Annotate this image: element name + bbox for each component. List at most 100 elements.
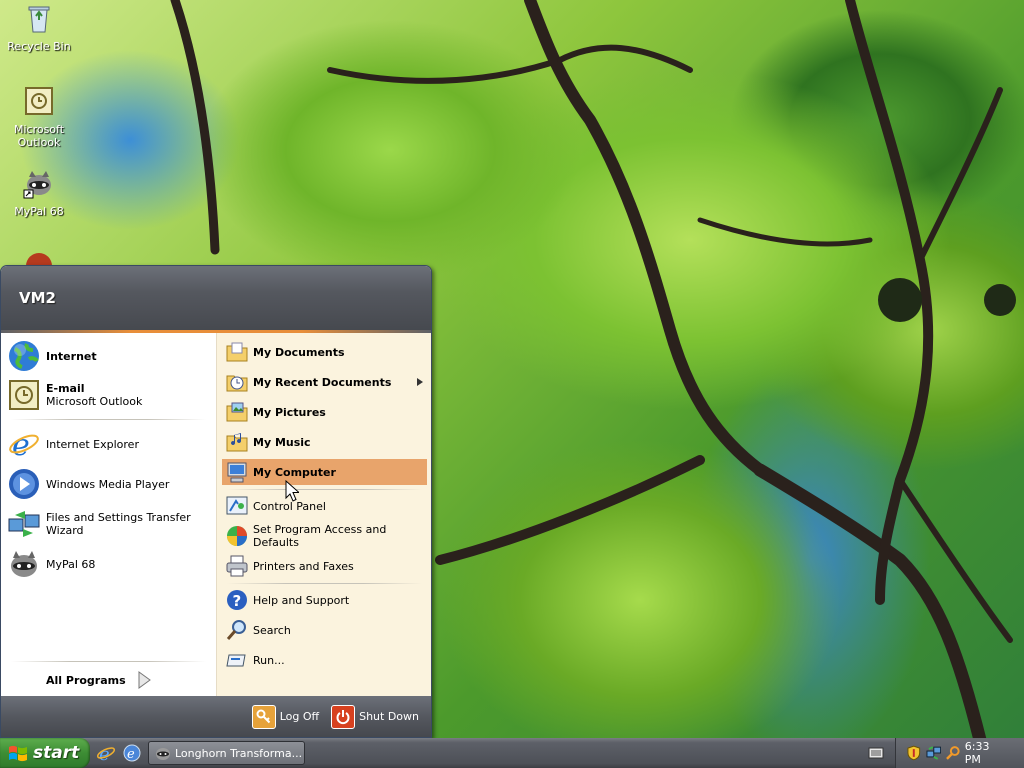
quick-launch: e e: [96, 743, 142, 763]
help-and-support[interactable]: ? Help and Support: [222, 587, 427, 613]
recent-label: MyPal 68: [46, 557, 96, 571]
arrow-right-icon: [138, 671, 151, 689]
desktop-icon-mypal[interactable]: MyPal 68: [1, 167, 77, 218]
windows-logo-icon: [9, 745, 27, 762]
run-item[interactable]: Run...: [222, 647, 427, 673]
pinned-internet[interactable]: Internet: [7, 337, 214, 375]
help-label: Run...: [253, 653, 285, 667]
place-my-pictures[interactable]: My Pictures: [222, 399, 427, 425]
run-icon: [226, 654, 246, 667]
all-programs-label: All Programs: [46, 673, 126, 687]
help-label: Search: [253, 623, 291, 637]
search-icon[interactable]: [945, 745, 961, 761]
clock[interactable]: 6:33 PM: [965, 740, 1008, 766]
printer-icon: [226, 555, 248, 577]
place-label: My Music: [253, 435, 311, 449]
start-menu-header: VM2: [1, 266, 431, 330]
recent-mypal[interactable]: MyPal 68: [7, 545, 214, 583]
globe-icon: [9, 341, 39, 371]
recent-label: Files and Settings Transfer Wizard: [46, 511, 191, 537]
desktop[interactable]: { "desktop": { "icons": [ {"label": "Rec…: [0, 0, 1024, 768]
desktop-icon-label: MyPal 68: [14, 205, 64, 218]
start-menu-body: Internet E-mail Microsoft Outlook e Inte…: [1, 333, 431, 696]
pinned-title: Internet: [46, 349, 97, 363]
pinned-email[interactable]: E-mail Microsoft Outlook: [7, 376, 214, 414]
keyboard-icon[interactable]: [868, 746, 884, 760]
system-printers-faxes[interactable]: Printers and Faxes: [222, 553, 427, 579]
system-label: Printers and Faxes: [253, 559, 354, 573]
media-player-icon: [9, 469, 39, 499]
place-my-computer[interactable]: My Computer: [222, 459, 427, 485]
pinned-subtitle: Microsoft Outlook: [46, 395, 143, 408]
task-label: Longhorn Transforma...: [175, 746, 303, 760]
shut-down-button[interactable]: Shut Down: [331, 704, 419, 729]
network-icon[interactable]: [926, 745, 942, 761]
mouse-cursor-icon: [285, 480, 299, 502]
svg-text:e: e: [12, 428, 30, 461]
key-icon: [251, 704, 276, 729]
place-my-music[interactable]: My Music: [222, 429, 427, 455]
start-menu: VM2 Internet E-mail Microsoft Outlook e …: [0, 265, 432, 738]
help-label: Help and Support: [253, 593, 350, 607]
shut-down-label: Shut Down: [359, 710, 419, 723]
mypal-raccoon-icon: [23, 171, 51, 199]
all-programs-button[interactable]: All Programs: [46, 665, 166, 695]
system-control-panel[interactable]: Control Panel: [222, 493, 427, 519]
submenu-arrow-icon: [417, 378, 423, 386]
place-my-recent-documents[interactable]: My Recent Documents: [222, 369, 427, 395]
start-label: start: [33, 743, 80, 763]
separator: [11, 661, 206, 662]
folder-music-icon: [226, 433, 248, 452]
place-label: My Computer: [253, 465, 336, 479]
recent-documents-icon: [226, 375, 248, 392]
separator: [227, 583, 422, 584]
desktop-icon-outlook[interactable]: Microsoft Outlook: [1, 85, 77, 149]
program-defaults-icon: [227, 526, 247, 546]
mypal-raccoon-icon: [11, 551, 37, 577]
outlook-icon: [9, 380, 39, 410]
folder-documents-icon: [226, 342, 248, 362]
recent-transfer-wizard[interactable]: Files and Settings Transfer Wizard: [7, 505, 214, 543]
recent-label: Internet Explorer: [46, 437, 139, 451]
mypal-raccoon-icon: [156, 748, 170, 760]
desktop-icon-label: Recycle Bin: [7, 40, 71, 53]
start-menu-footer: Log Off Shut Down: [1, 696, 431, 737]
show-desktop-icon[interactable]: e: [122, 743, 142, 763]
taskbar: start e e Longhorn Transforma... 6:33 PM: [0, 738, 1024, 768]
search-item[interactable]: Search: [222, 617, 427, 643]
programs-pane: Internet E-mail Microsoft Outlook e Inte…: [1, 333, 216, 696]
place-my-documents[interactable]: My Documents: [222, 339, 427, 365]
recent-label: Windows Media Player: [46, 477, 170, 491]
place-label: My Documents: [253, 345, 345, 359]
taskbar-button-longhorn[interactable]: Longhorn Transforma...: [148, 741, 305, 765]
svg-text:e: e: [99, 744, 110, 763]
system-label: Set Program Access and Defaults: [253, 523, 387, 549]
my-computer-icon: [227, 462, 247, 483]
desktop-icon-recycle-bin[interactable]: Recycle Bin: [1, 2, 77, 53]
log-off-label: Log Off: [279, 710, 320, 723]
system-program-access[interactable]: Set Program Access and Defaults: [222, 523, 427, 549]
internet-explorer-icon: e: [9, 428, 39, 461]
svg-text:e: e: [127, 747, 135, 762]
outlook-icon: [25, 87, 53, 115]
place-label: My Recent Documents: [253, 375, 392, 389]
folder-pictures-icon: [226, 402, 248, 422]
security-shield-icon[interactable]: [906, 745, 922, 761]
places-pane: My Documents My Recent Documents My Pict…: [216, 333, 431, 696]
power-icon: [331, 704, 356, 729]
start-button[interactable]: start: [0, 738, 90, 768]
pinned-text: E-mail Microsoft Outlook: [46, 382, 142, 408]
user-name: VM2: [19, 289, 56, 307]
recent-windows-media-player[interactable]: Windows Media Player: [7, 465, 214, 503]
transfer-wizard-icon: [8, 511, 40, 537]
internet-explorer-icon[interactable]: e: [96, 743, 116, 763]
desktop-icon-label: Microsoft Outlook: [13, 123, 65, 149]
recent-internet-explorer[interactable]: e Internet Explorer: [7, 425, 214, 463]
log-off-button[interactable]: Log Off: [251, 704, 320, 729]
search-icon: [226, 620, 246, 640]
help-icon: ?: [227, 590, 247, 610]
recycle-bin-icon: [28, 6, 50, 33]
pinned-title: E-mail: [46, 382, 85, 395]
control-panel-icon: [226, 496, 248, 515]
separator: [227, 489, 422, 490]
